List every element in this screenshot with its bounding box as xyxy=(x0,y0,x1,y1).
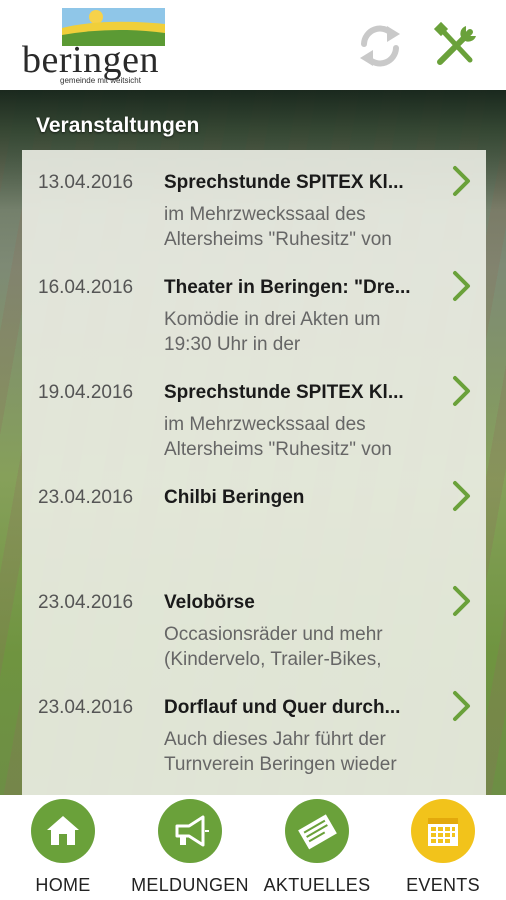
refresh-icon xyxy=(360,25,400,67)
tab-meldungen[interactable]: MELDUNGEN xyxy=(127,799,253,899)
event-item[interactable]: 13.04.2016 Sprechstunde SPITEX Kl... im … xyxy=(22,150,486,254)
event-date: 13.04.2016 xyxy=(38,172,134,193)
event-desc-line: (Kindervelo, Trailer-Bikes, xyxy=(164,649,382,670)
logo-tagline: gemeinde mit weitsicht xyxy=(60,76,141,85)
event-title: Sprechstunde SPITEX Kl... xyxy=(164,382,404,403)
chevron-right-icon xyxy=(453,691,470,721)
chevron-right-icon xyxy=(453,376,470,406)
event-date: 23.04.2016 xyxy=(38,592,134,613)
chevron-right-icon xyxy=(453,586,470,616)
tab-aktuelles[interactable]: AKTUELLES xyxy=(254,799,380,899)
event-title: Sprechstunde SPITEX Kl... xyxy=(164,172,404,193)
tab-meldungen-circle xyxy=(158,799,222,863)
events-list: 13.04.2016 Sprechstunde SPITEX Kl... im … xyxy=(22,150,486,795)
event-desc-line: im Mehrzweckssaal des xyxy=(164,204,366,225)
event-desc-line: Auch dieses Jahr führt der xyxy=(164,729,386,750)
beringen-logo: beringen gemeinde mit weitsicht xyxy=(20,8,195,85)
event-item[interactable]: 23.04.2016 Chilbi Beringen xyxy=(22,465,486,569)
event-desc-line: Altersheims "Ruhesitz" von xyxy=(164,439,392,460)
app-header: beringen gemeinde mit weitsicht xyxy=(0,0,506,90)
tools-icon xyxy=(433,21,476,65)
chevron-right-icon xyxy=(453,166,470,196)
bottom-tab-bar: HOME MELDUNGEN AKTUELLES EVENTS xyxy=(0,795,506,900)
event-date: 16.04.2016 xyxy=(38,277,134,298)
event-desc-line: Turnverein Beringen wieder xyxy=(164,754,397,775)
tab-home[interactable]: HOME xyxy=(0,799,126,899)
tab-label: HOME xyxy=(35,875,91,895)
chevron-right-icon xyxy=(453,481,470,511)
event-title: Dorflauf und Quer durch... xyxy=(164,697,401,718)
refresh-button[interactable] xyxy=(352,18,408,74)
event-desc-line: Occasionsräder und mehr xyxy=(164,624,383,645)
section-title: Veranstaltungen xyxy=(36,114,200,137)
event-item[interactable]: 19.04.2016 Sprechstunde SPITEX Kl... im … xyxy=(22,360,486,464)
settings-button[interactable] xyxy=(428,18,484,74)
event-description: Occasionsräder und mehr (Kindervelo, Tra… xyxy=(164,622,444,672)
event-item[interactable]: 23.04.2016 Velobörse Occasionsräder und … xyxy=(22,570,486,674)
chevron-right-icon xyxy=(453,271,470,301)
tab-label: MELDUNGEN xyxy=(131,875,249,895)
event-item[interactable]: 23.04.2016 Dorflauf und Quer durch... Au… xyxy=(22,675,486,779)
event-date: 23.04.2016 xyxy=(38,487,134,508)
event-desc-line: 19:30 Uhr in der xyxy=(164,334,301,355)
event-description: Komödie in drei Akten um 19:30 Uhr in de… xyxy=(164,307,444,357)
tab-aktuelles-circle xyxy=(285,799,349,863)
tab-events-circle xyxy=(411,799,475,863)
event-description: im Mehrzweckssaal des Altersheims "Ruhes… xyxy=(164,412,444,462)
event-date: 23.04.2016 xyxy=(38,697,134,718)
event-title: Theater in Beringen: "Dre... xyxy=(164,277,411,298)
home-icon xyxy=(47,816,79,845)
event-title: Chilbi Beringen xyxy=(164,487,305,508)
event-desc-line: Komödie in drei Akten um xyxy=(164,309,381,330)
tab-label: EVENTS xyxy=(406,875,480,895)
event-desc-line: Altersheims "Ruhesitz" von xyxy=(164,229,392,250)
event-desc-line: im Mehrzweckssaal des xyxy=(164,414,366,435)
tab-home-circle xyxy=(31,799,95,863)
calendar-icon xyxy=(428,818,458,846)
tab-events[interactable]: EVENTS xyxy=(380,799,506,899)
event-description: Auch dieses Jahr führt der Turnverein Be… xyxy=(164,727,444,777)
tab-label: AKTUELLES xyxy=(263,875,371,895)
newspaper-icon xyxy=(298,814,337,850)
event-description: im Mehrzweckssaal des Altersheims "Ruhes… xyxy=(164,202,444,252)
event-item[interactable]: 16.04.2016 Theater in Beringen: "Dre... … xyxy=(22,255,486,359)
megaphone-icon xyxy=(175,815,209,847)
event-date: 19.04.2016 xyxy=(38,382,134,403)
event-title: Velobörse xyxy=(164,592,255,613)
